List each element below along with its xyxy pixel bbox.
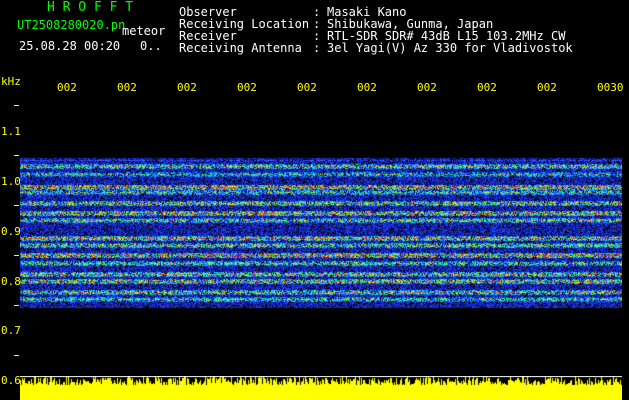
freq-tick-label: 0.8 <box>1 275 21 288</box>
spectrogram <box>20 96 622 378</box>
time-tick-label: 0030 <box>597 81 624 94</box>
spectrogram-canvas <box>20 96 622 378</box>
event-count: 0.. <box>140 39 162 53</box>
time-tick-label: 002 <box>477 81 497 94</box>
time-tick-label: 002 <box>117 81 137 94</box>
info-colon: : <box>313 41 321 55</box>
time-tick-label: 002 <box>537 81 557 94</box>
time-tick-label: 002 <box>417 81 437 94</box>
time-tick-label: 002 <box>57 81 77 94</box>
freq-tick-label: 1.0 <box>1 175 21 188</box>
freq-tick-label: 0.9 <box>1 225 21 238</box>
freq-unit-label: kHz <box>1 75 21 88</box>
time-tick-label: 002 <box>237 81 257 94</box>
freq-tick-label: 0.6 <box>1 374 21 387</box>
app-title: H R O F F T <box>47 0 134 15</box>
info-value-antenna: 3el Yagi(V) Az 330 for Vladivostok <box>327 41 573 55</box>
info-label-antenna: Receiving Antenna <box>179 41 302 55</box>
mode-label: meteor <box>122 24 166 38</box>
signal-level-strip <box>20 376 622 400</box>
datetime: 25.08.28 00:20 <box>19 39 121 53</box>
time-tick-label: 002 <box>177 81 197 94</box>
freq-tick-label: 1.1 <box>1 125 21 138</box>
freq-tick-label: 0.7 <box>1 324 21 337</box>
time-tick-label: 002 <box>357 81 377 94</box>
time-tick-label: 002 <box>297 81 317 94</box>
file-name: UT2508280020.pn <box>17 18 126 32</box>
